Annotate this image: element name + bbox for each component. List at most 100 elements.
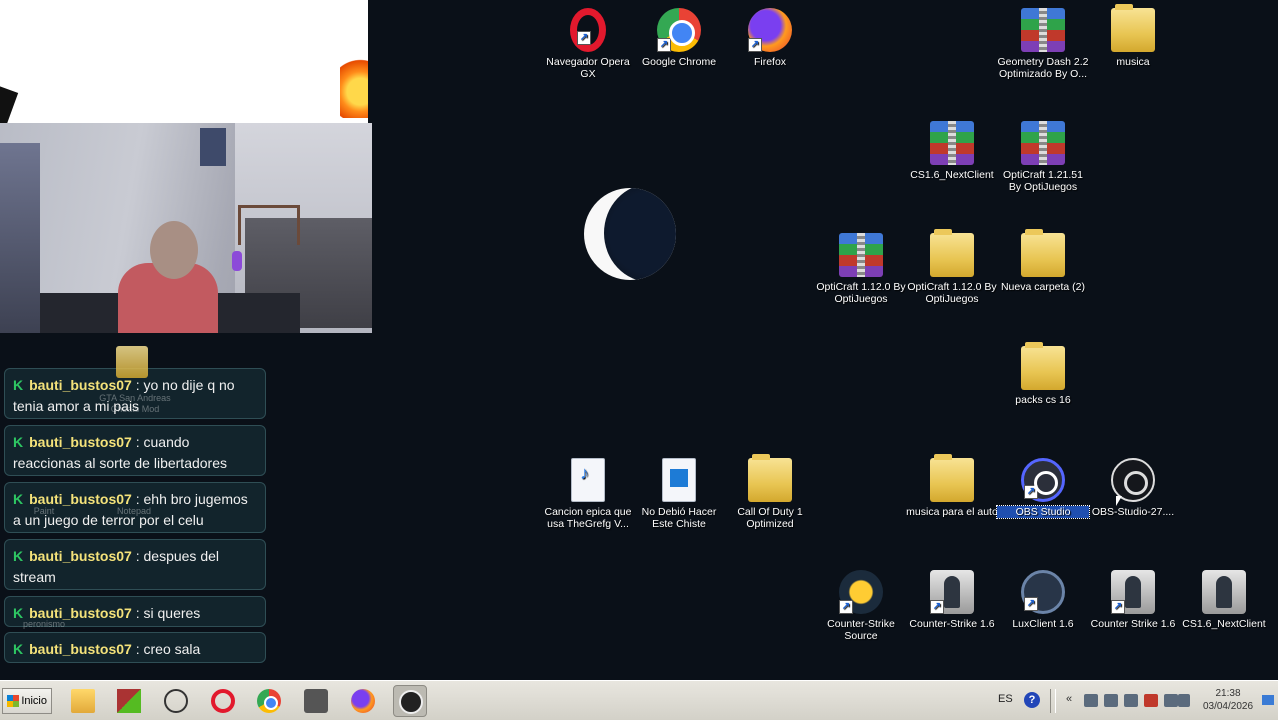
webcam-headboard bbox=[238, 205, 300, 245]
overlay-shape bbox=[0, 85, 19, 123]
desktop-icon-label: Geometry Dash 2.2 Optimizado By O... bbox=[997, 56, 1089, 80]
desktop-icon-label: CS1.6_NextClient bbox=[910, 169, 994, 181]
chat-text: : creo sala bbox=[135, 641, 201, 657]
video-file-icon bbox=[662, 458, 696, 502]
help-icon[interactable]: ? bbox=[1024, 692, 1040, 708]
desktop-icon-label: Counter-Strike 1.6 bbox=[909, 618, 995, 630]
desktop-icon-cs-nextclient-archive[interactable]: CS1.6_NextClient bbox=[906, 121, 998, 181]
winrar-archive-icon bbox=[1021, 8, 1065, 52]
desktop-icon-label: Counter-Strike Source bbox=[827, 618, 895, 642]
taskbar-obs[interactable] bbox=[393, 685, 427, 717]
chat-text: : si queres bbox=[135, 605, 201, 621]
shortcut-arrow-icon: ↗ bbox=[657, 38, 671, 52]
taskbar-explorer[interactable] bbox=[66, 685, 100, 717]
clock-time: 21:38 bbox=[1215, 688, 1241, 699]
security-icon[interactable] bbox=[1144, 694, 1158, 707]
desktop-icon-geometry-dash[interactable]: Geometry Dash 2.2 Optimizado By O... bbox=[997, 8, 1089, 80]
desktop-icon-opticraft-1-12-archive[interactable]: OptiCraft 1.12.0 By OptiJuegos bbox=[815, 233, 907, 305]
folder-icon bbox=[930, 229, 974, 277]
desktop-icon-opticraft-1-21[interactable]: OptiCraft 1.21.51 By OptiJuegos bbox=[997, 121, 1089, 193]
chat-badge-icon: K bbox=[13, 491, 24, 507]
desktop-icon-firefox[interactable]: ↗ Firefox bbox=[724, 8, 816, 68]
taskbar-cs-client[interactable] bbox=[159, 685, 193, 717]
desktop-icon-label-faded: GTA San Andreas Cheats Mod bbox=[99, 393, 171, 414]
desktop-icon-chrome[interactable]: ↗ Google Chrome bbox=[633, 8, 725, 68]
desktop-icon-counter-strike-16[interactable]: ↗ Counter-Strike 1.6 bbox=[906, 570, 998, 630]
desktop-icon-obs-installer[interactable]: OBS-Studio-27.... bbox=[1087, 458, 1179, 518]
desktop-icon-obs-studio[interactable]: ↗ OBS Studio bbox=[996, 458, 1090, 519]
language-indicator[interactable]: ES bbox=[998, 693, 1013, 705]
desktop-icon-packs-cs[interactable]: packs cs 16 bbox=[997, 342, 1089, 406]
desktop-icon-opera-gx[interactable]: ↗ Navegador Opera GX bbox=[542, 8, 634, 80]
counter-strike-icon: ↗ bbox=[1111, 570, 1155, 614]
desktop-icon-musica-auto[interactable]: musica para el auto bbox=[906, 454, 998, 518]
shortcut-arrow-icon: ↗ bbox=[748, 38, 762, 52]
desktop-icon-cancion-epica[interactable]: Cancion epica que usa TheGrefg V... bbox=[542, 458, 634, 530]
desktop-icon-label: No Debió Hacer Este Chiste bbox=[641, 506, 717, 530]
opera-icon: ↗ bbox=[570, 8, 606, 52]
webcam-light bbox=[232, 251, 242, 271]
folder-icon[interactable] bbox=[116, 346, 148, 378]
taskbar-geometry-dash[interactable] bbox=[112, 685, 146, 717]
desktop-icon-label: OBS Studio bbox=[996, 505, 1090, 519]
desktop-icon-label: Counter Strike 1.6 bbox=[1090, 618, 1176, 630]
fire-graphic bbox=[340, 52, 368, 118]
desktop-icon-cs-source[interactable]: ↗ Counter-Strike Source bbox=[815, 570, 907, 642]
webcam-feed bbox=[0, 123, 372, 333]
taskbar-opera[interactable] bbox=[206, 685, 240, 717]
luxclient-icon: ↗ bbox=[1021, 570, 1065, 614]
firefox-icon: ↗ bbox=[748, 8, 792, 52]
desktop-icon-musica[interactable]: musica bbox=[1087, 4, 1179, 68]
tray-separator bbox=[1050, 689, 1056, 713]
chrome-icon bbox=[257, 689, 281, 713]
desktop[interactable]: Kbauti_bustos07 : yo no dije q no tenia … bbox=[0, 0, 1278, 680]
chrome-icon: ↗ bbox=[657, 8, 701, 52]
winrar-archive-icon bbox=[839, 233, 883, 277]
chat-badge-icon: K bbox=[13, 548, 24, 564]
taskbar: Inicio ES ? « 21:38 03/04/2026 bbox=[0, 680, 1278, 720]
taskbar-firefox[interactable] bbox=[346, 685, 380, 717]
stream-overlay-panel bbox=[0, 0, 368, 123]
chat-badge-icon: K bbox=[13, 377, 24, 393]
taskbar-counter-strike[interactable] bbox=[299, 685, 333, 717]
chat-badge-icon: K bbox=[13, 434, 24, 450]
chat-message: Kbauti_bustos07 : despues del stream bbox=[4, 539, 266, 590]
desktop-icon-call-of-duty[interactable]: Call Of Duty 1 Optimized bbox=[724, 454, 816, 530]
desktop-icon-luxclient[interactable]: ↗ LuxClient 1.6 bbox=[997, 570, 1089, 630]
shortcut-arrow-icon: ↗ bbox=[930, 600, 944, 614]
taskbar-chrome[interactable] bbox=[252, 685, 286, 717]
desktop-icon-label: LuxClient 1.6 bbox=[1012, 618, 1074, 630]
chat-message: Kbauti_bustos07 : creo sala bbox=[4, 632, 266, 663]
show-desktop-button[interactable] bbox=[1262, 695, 1274, 705]
clock-date: 03/04/2026 bbox=[1202, 701, 1254, 712]
mp3-file-icon bbox=[571, 458, 605, 502]
network-icon[interactable] bbox=[1104, 694, 1118, 707]
signal-icon[interactable] bbox=[1178, 694, 1190, 707]
desktop-icon-label: OptiCraft 1.12.0 By OptiJuegos bbox=[907, 281, 997, 305]
desktop-icon-label: Google Chrome bbox=[641, 56, 717, 68]
desktop-icon-nueva-carpeta[interactable]: Nueva carpeta (2) bbox=[997, 229, 1089, 293]
chat-username: bauti_bustos07 bbox=[29, 491, 132, 507]
desktop-icon-opticraft-1-12-folder[interactable]: OptiCraft 1.12.0 By OptiJuegos bbox=[906, 229, 998, 305]
start-button[interactable]: Inicio bbox=[2, 688, 52, 714]
desktop-icon-label: OBS-Studio-27.... bbox=[1091, 506, 1175, 518]
device-icon[interactable] bbox=[1164, 694, 1178, 707]
start-label: Inicio bbox=[21, 695, 47, 707]
explorer-icon bbox=[71, 689, 95, 713]
moon-widget bbox=[584, 188, 676, 280]
desktop-icon-counter-strike-16b[interactable]: ↗ Counter Strike 1.6 bbox=[1087, 570, 1179, 630]
speaker-icon[interactable] bbox=[1084, 694, 1098, 707]
shortcut-arrow-icon: ↗ bbox=[1111, 600, 1125, 614]
system-clock[interactable]: 21:38 03/04/2026 bbox=[1196, 687, 1260, 713]
desktop-icon-no-debio[interactable]: No Debió Hacer Este Chiste bbox=[633, 458, 725, 530]
desktop-icon-label: musica bbox=[1116, 56, 1150, 68]
counter-strike-icon bbox=[1202, 570, 1246, 614]
monitor-icon[interactable] bbox=[1124, 694, 1138, 707]
tray-expand-icon[interactable]: « bbox=[1066, 693, 1072, 705]
counter-strike-icon bbox=[304, 689, 328, 713]
windows-logo-icon bbox=[7, 695, 19, 707]
desktop-icon-cs-nextclient[interactable]: CS1.6_NextClient bbox=[1178, 570, 1270, 630]
folder-icon bbox=[748, 454, 792, 502]
geometry-dash-icon bbox=[117, 689, 141, 713]
desktop-icon-label: CS1.6_NextClient bbox=[1182, 618, 1266, 630]
